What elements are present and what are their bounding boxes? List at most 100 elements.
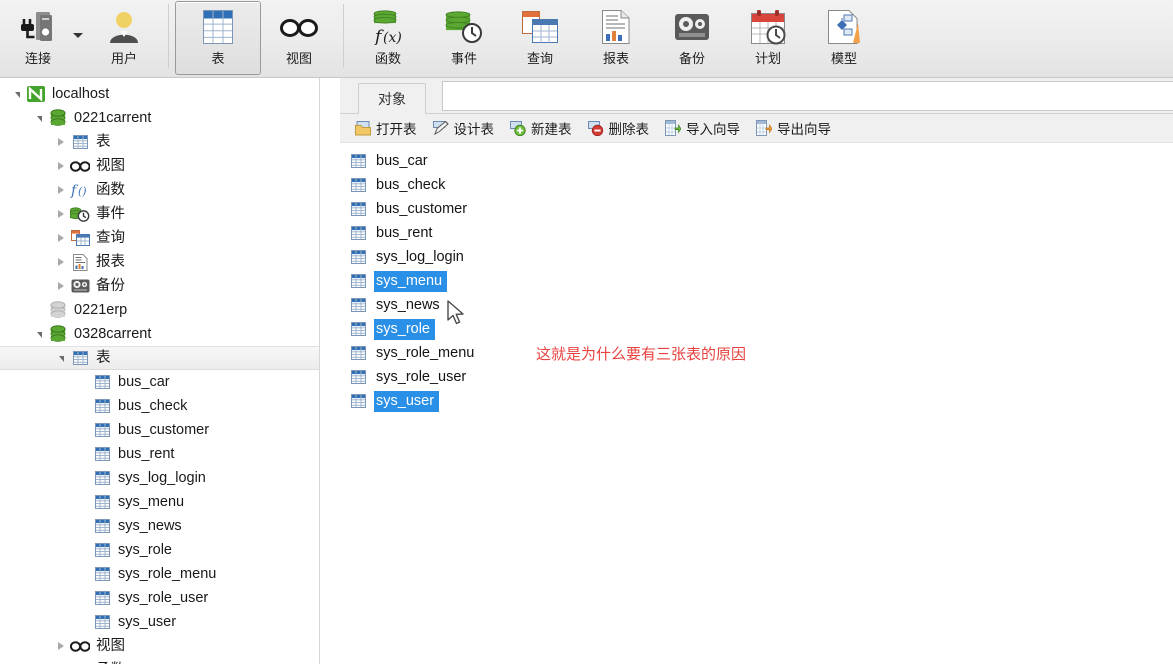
tree-node[interactable]: 表 bbox=[0, 346, 319, 370]
query-icon bbox=[521, 7, 559, 47]
tree-expander-expanded-icon[interactable] bbox=[54, 351, 68, 365]
tree-expander-expanded-icon[interactable] bbox=[32, 111, 46, 125]
table-list-item[interactable]: sys_news bbox=[348, 293, 1173, 317]
tree-node[interactable]: 事件 bbox=[0, 202, 319, 226]
tree-expander-expanded-icon[interactable] bbox=[32, 327, 46, 341]
tree-node[interactable]: localhost bbox=[0, 82, 319, 106]
tree-node[interactable]: bus_car bbox=[0, 370, 319, 394]
tree-node[interactable]: sys_role bbox=[0, 538, 319, 562]
toolbar-button-function-fx[interactable]: f (x) 函数 bbox=[350, 2, 426, 74]
db-gray-icon bbox=[48, 301, 68, 319]
table-list-item[interactable]: sys_role_menu bbox=[348, 341, 1173, 365]
toolbar-button-user[interactable]: 用户 bbox=[86, 2, 162, 74]
pane-button-export-wizard[interactable]: 导出向导 bbox=[749, 116, 838, 140]
tree-expander-none bbox=[76, 495, 90, 509]
delete-table-icon bbox=[587, 120, 604, 136]
tree-node-label: 0221carrent bbox=[74, 110, 152, 126]
tree-expander-collapsed-icon[interactable] bbox=[54, 183, 68, 197]
tree-node-label: bus_customer bbox=[118, 422, 210, 438]
tree-expander-collapsed-icon[interactable] bbox=[54, 135, 68, 149]
table-icon bbox=[203, 7, 233, 47]
table-list-item-label: bus_customer bbox=[376, 200, 468, 217]
toolbar-button-label: 事件 bbox=[450, 51, 477, 66]
pane-button-new-table[interactable]: 新建表 bbox=[503, 116, 579, 140]
tree-node-label: sys_news bbox=[118, 518, 182, 534]
table-icon bbox=[348, 152, 368, 170]
tree-expander-collapsed-icon[interactable] bbox=[54, 159, 68, 173]
table-icon bbox=[92, 469, 112, 487]
user-icon bbox=[106, 7, 142, 47]
svg-text:(x): (x) bbox=[383, 30, 402, 45]
toolbar-button-report[interactable]: 报表 bbox=[578, 2, 654, 74]
tree-expander-none bbox=[76, 543, 90, 557]
table-list-item[interactable]: sys_role bbox=[348, 317, 1173, 341]
db-green-icon bbox=[48, 109, 68, 127]
toolbar-button-plug-server[interactable]: 连接 bbox=[0, 2, 76, 74]
toolbar-button-schedule-calendar[interactable]: 计划 bbox=[730, 2, 806, 74]
tree-node-label: 视图 bbox=[96, 638, 125, 654]
filter-input[interactable] bbox=[442, 81, 1173, 111]
toolbar-button-label: 模型 bbox=[830, 51, 857, 66]
tree-expander-collapsed-icon[interactable] bbox=[54, 279, 68, 293]
db-green-icon bbox=[48, 325, 68, 343]
tree-node[interactable]: 表 bbox=[0, 130, 319, 154]
tree-node[interactable]: bus_check bbox=[0, 394, 319, 418]
tree-node[interactable]: 视图 bbox=[0, 154, 319, 178]
tree-node[interactable]: f()函数 bbox=[0, 178, 319, 202]
object-tree-sidebar[interactable]: localhost 0221carrent 表视图 f() 函数 事件 查询 报表 备份 0221… bbox=[0, 78, 320, 664]
tree-node[interactable]: sys_news bbox=[0, 514, 319, 538]
table-icon bbox=[92, 565, 112, 583]
tree-node[interactable]: 视图 bbox=[0, 634, 319, 658]
tree-node[interactable]: 查询 bbox=[0, 226, 319, 250]
table-list-item[interactable]: sys_role_user bbox=[348, 365, 1173, 389]
pane-button-open-table[interactable]: 打开表 bbox=[348, 116, 424, 140]
tree-expander-expanded-icon[interactable] bbox=[10, 87, 24, 101]
toolbar-button-backup-tape[interactable]: 备份 bbox=[654, 2, 730, 74]
tree-node[interactable]: 备份 bbox=[0, 274, 319, 298]
toolbar-button-event-clock[interactable]: 事件 bbox=[426, 2, 502, 74]
tree-expander-collapsed-icon[interactable] bbox=[54, 231, 68, 245]
function-fx-icon: f() bbox=[70, 181, 90, 199]
tree-node[interactable]: 0221erp bbox=[0, 298, 319, 322]
toolbar-button-model-diagram[interactable]: 模型 bbox=[806, 2, 882, 74]
view-glasses-icon bbox=[280, 7, 318, 47]
toolbar-button-label: 表 bbox=[211, 51, 225, 66]
tree-node[interactable]: sys_user bbox=[0, 610, 319, 634]
table-list[interactable]: bus_car bus_check bus_customer bus_rent sys_… bbox=[340, 143, 1173, 664]
tree-node[interactable]: f()函数 bbox=[0, 658, 319, 664]
table-list-item[interactable]: sys_log_login bbox=[348, 245, 1173, 269]
table-icon bbox=[92, 445, 112, 463]
table-list-item-label: sys_role_user bbox=[376, 368, 467, 385]
table-icon bbox=[348, 296, 368, 314]
table-list-item[interactable]: sys_user bbox=[348, 389, 1173, 413]
table-list-item[interactable]: bus_customer bbox=[348, 197, 1173, 221]
table-list-item-label: bus_rent bbox=[376, 224, 433, 241]
tree-node[interactable]: bus_rent bbox=[0, 442, 319, 466]
tree-node[interactable]: bus_customer bbox=[0, 418, 319, 442]
tree-expander-collapsed-icon[interactable] bbox=[54, 255, 68, 269]
toolbar-button-query[interactable]: 查询 bbox=[502, 2, 578, 74]
table-list-item[interactable]: bus_car bbox=[348, 149, 1173, 173]
pane-button-design-table[interactable]: 设计表 bbox=[426, 116, 502, 140]
tree-node[interactable]: 0328carrent bbox=[0, 322, 319, 346]
tree-expander-collapsed-icon[interactable] bbox=[54, 639, 68, 653]
pane-button-delete-table[interactable]: 删除表 bbox=[581, 116, 657, 140]
tree-node[interactable]: 0221carrent bbox=[0, 106, 319, 130]
table-list-item[interactable]: bus_rent bbox=[348, 221, 1173, 245]
pane-button-label: 导入向导 bbox=[686, 122, 740, 137]
tree-node[interactable]: sys_role_menu bbox=[0, 562, 319, 586]
tree-expander-none bbox=[32, 303, 46, 317]
toolbar-button-label: 计划 bbox=[754, 51, 781, 66]
toolbar-button-table[interactable]: 表 bbox=[175, 1, 261, 75]
tree-node[interactable]: sys_log_login bbox=[0, 466, 319, 490]
tree-node[interactable]: sys_menu bbox=[0, 490, 319, 514]
tab-objects[interactable]: 对象 bbox=[358, 83, 426, 114]
table-list-item[interactable]: bus_check bbox=[348, 173, 1173, 197]
query-icon bbox=[70, 229, 90, 247]
table-list-item[interactable]: sys_menu bbox=[348, 269, 1173, 293]
pane-button-import-wizard[interactable]: 导入向导 bbox=[658, 116, 747, 140]
toolbar-button-view-glasses[interactable]: 视图 bbox=[261, 2, 337, 74]
tree-node[interactable]: sys_role_user bbox=[0, 586, 319, 610]
tree-node[interactable]: 报表 bbox=[0, 250, 319, 274]
tree-expander-collapsed-icon[interactable] bbox=[54, 207, 68, 221]
